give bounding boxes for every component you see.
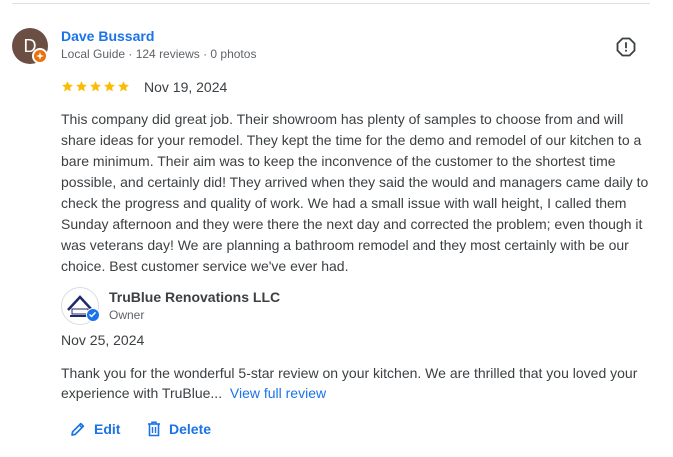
reviewer-name[interactable]: Dave Bussard — [61, 28, 154, 44]
star-icon — [118, 81, 129, 92]
trash-icon — [147, 421, 161, 437]
star-rating — [61, 80, 130, 94]
response-text-block: Thank you for the wonderful 5-star revie… — [61, 363, 653, 403]
top-divider — [12, 3, 650, 4]
response-date: Nov 25, 2024 — [61, 332, 145, 348]
review-date: Nov 19, 2024 — [144, 79, 228, 95]
response-text: Thank you for the wonderful 5-star revie… — [61, 365, 638, 401]
star-icon — [104, 81, 115, 92]
verified-check-icon — [86, 308, 100, 322]
report-icon[interactable] — [616, 37, 636, 57]
local-guide-badge-icon — [32, 48, 48, 64]
owner-name: TruBlue Renovations LLC — [109, 289, 281, 305]
star-icon — [76, 81, 87, 92]
edit-label: Edit — [94, 421, 121, 437]
reviewer-meta: Local Guide · 124 reviews · 0 photos — [61, 47, 257, 61]
pencil-icon — [70, 421, 86, 437]
delete-button[interactable]: Delete — [147, 418, 211, 440]
star-icon — [90, 81, 101, 92]
view-full-review-link[interactable]: View full review — [230, 385, 326, 401]
owner-role: Owner — [109, 308, 145, 322]
delete-label: Delete — [169, 421, 212, 437]
review-text: This company did great job. Their showro… — [61, 111, 649, 274]
edit-button[interactable]: Edit — [70, 418, 120, 440]
star-icon — [62, 81, 73, 92]
